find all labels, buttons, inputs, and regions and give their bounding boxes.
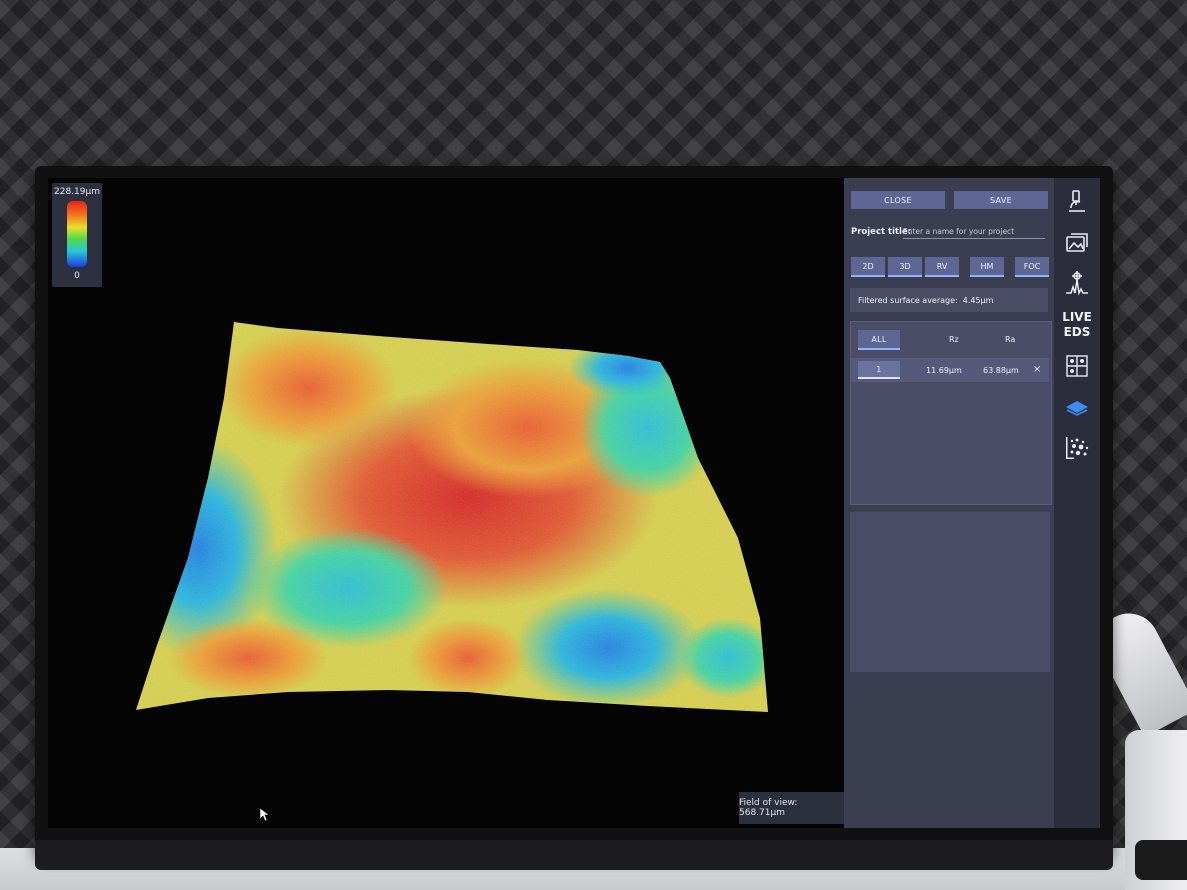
filtered-surface-average: Filtered surface average: 4.45µm: [850, 288, 1048, 312]
mode-2d-button[interactable]: 2D: [851, 257, 885, 277]
grid-icon[interactable]: [1064, 353, 1090, 379]
microscope-icon[interactable]: [1064, 188, 1090, 214]
filtered-surface-label: Filtered surface average:: [858, 295, 958, 305]
live-label-line2: EDS: [1063, 325, 1091, 339]
select-all-button[interactable]: ALL: [858, 330, 900, 350]
mode-hm-button[interactable]: HM: [970, 257, 1004, 277]
app-screen: 228.19µm 0 Field of view: 568.71µm CLOSE…: [48, 178, 1100, 828]
live-eds-label[interactable]: LIVE EDS: [1056, 310, 1098, 340]
live-label-line1: LIVE: [1062, 310, 1092, 324]
layers-icon[interactable]: [1064, 395, 1090, 421]
monitor-bezel: [35, 840, 1113, 870]
project-title-input[interactable]: [903, 224, 1045, 239]
field-of-view-readout: Field of view: 568.71µm: [739, 792, 845, 824]
remove-row-icon[interactable]: ×: [1033, 364, 1041, 375]
column-header-ra: Ra: [1005, 335, 1016, 344]
3d-viewport[interactable]: 228.19µm 0 Field of view: 568.71µm: [48, 178, 845, 828]
microscope-device: [1088, 600, 1187, 890]
row-id-button[interactable]: 1: [858, 361, 900, 379]
save-button[interactable]: SAVE: [954, 191, 1048, 209]
particles-icon[interactable]: [1064, 435, 1090, 461]
filtered-surface-value: 4.45µm: [962, 295, 994, 305]
table-row[interactable]: 1 11.69µm 63.88µm ×: [851, 358, 1049, 382]
row-ra-value: 63.88µm: [983, 366, 1019, 375]
mode-foc-button[interactable]: FOC: [1015, 257, 1049, 277]
row-rz-value: 11.69µm: [926, 366, 962, 375]
surface-height-map-3d[interactable]: [48, 178, 844, 828]
roughness-table: ALL Rz Ra 1 11.69µm 63.88µm ×: [850, 321, 1052, 505]
empty-preview-panel: [850, 512, 1050, 672]
spectrum-icon[interactable]: [1064, 270, 1090, 296]
column-header-rz: Rz: [949, 335, 959, 344]
tool-rail: LIVE EDS: [1054, 178, 1100, 828]
table-header: ALL Rz Ra: [851, 328, 1049, 354]
analysis-panel: CLOSE SAVE Project title: 2D 3D RV HM FO…: [844, 178, 1054, 828]
mode-3d-button[interactable]: 3D: [888, 257, 922, 277]
close-button[interactable]: CLOSE: [851, 191, 945, 209]
gallery-icon[interactable]: [1064, 230, 1090, 256]
mouse-cursor-icon: [260, 808, 270, 822]
mode-rv-button[interactable]: RV: [925, 257, 959, 277]
